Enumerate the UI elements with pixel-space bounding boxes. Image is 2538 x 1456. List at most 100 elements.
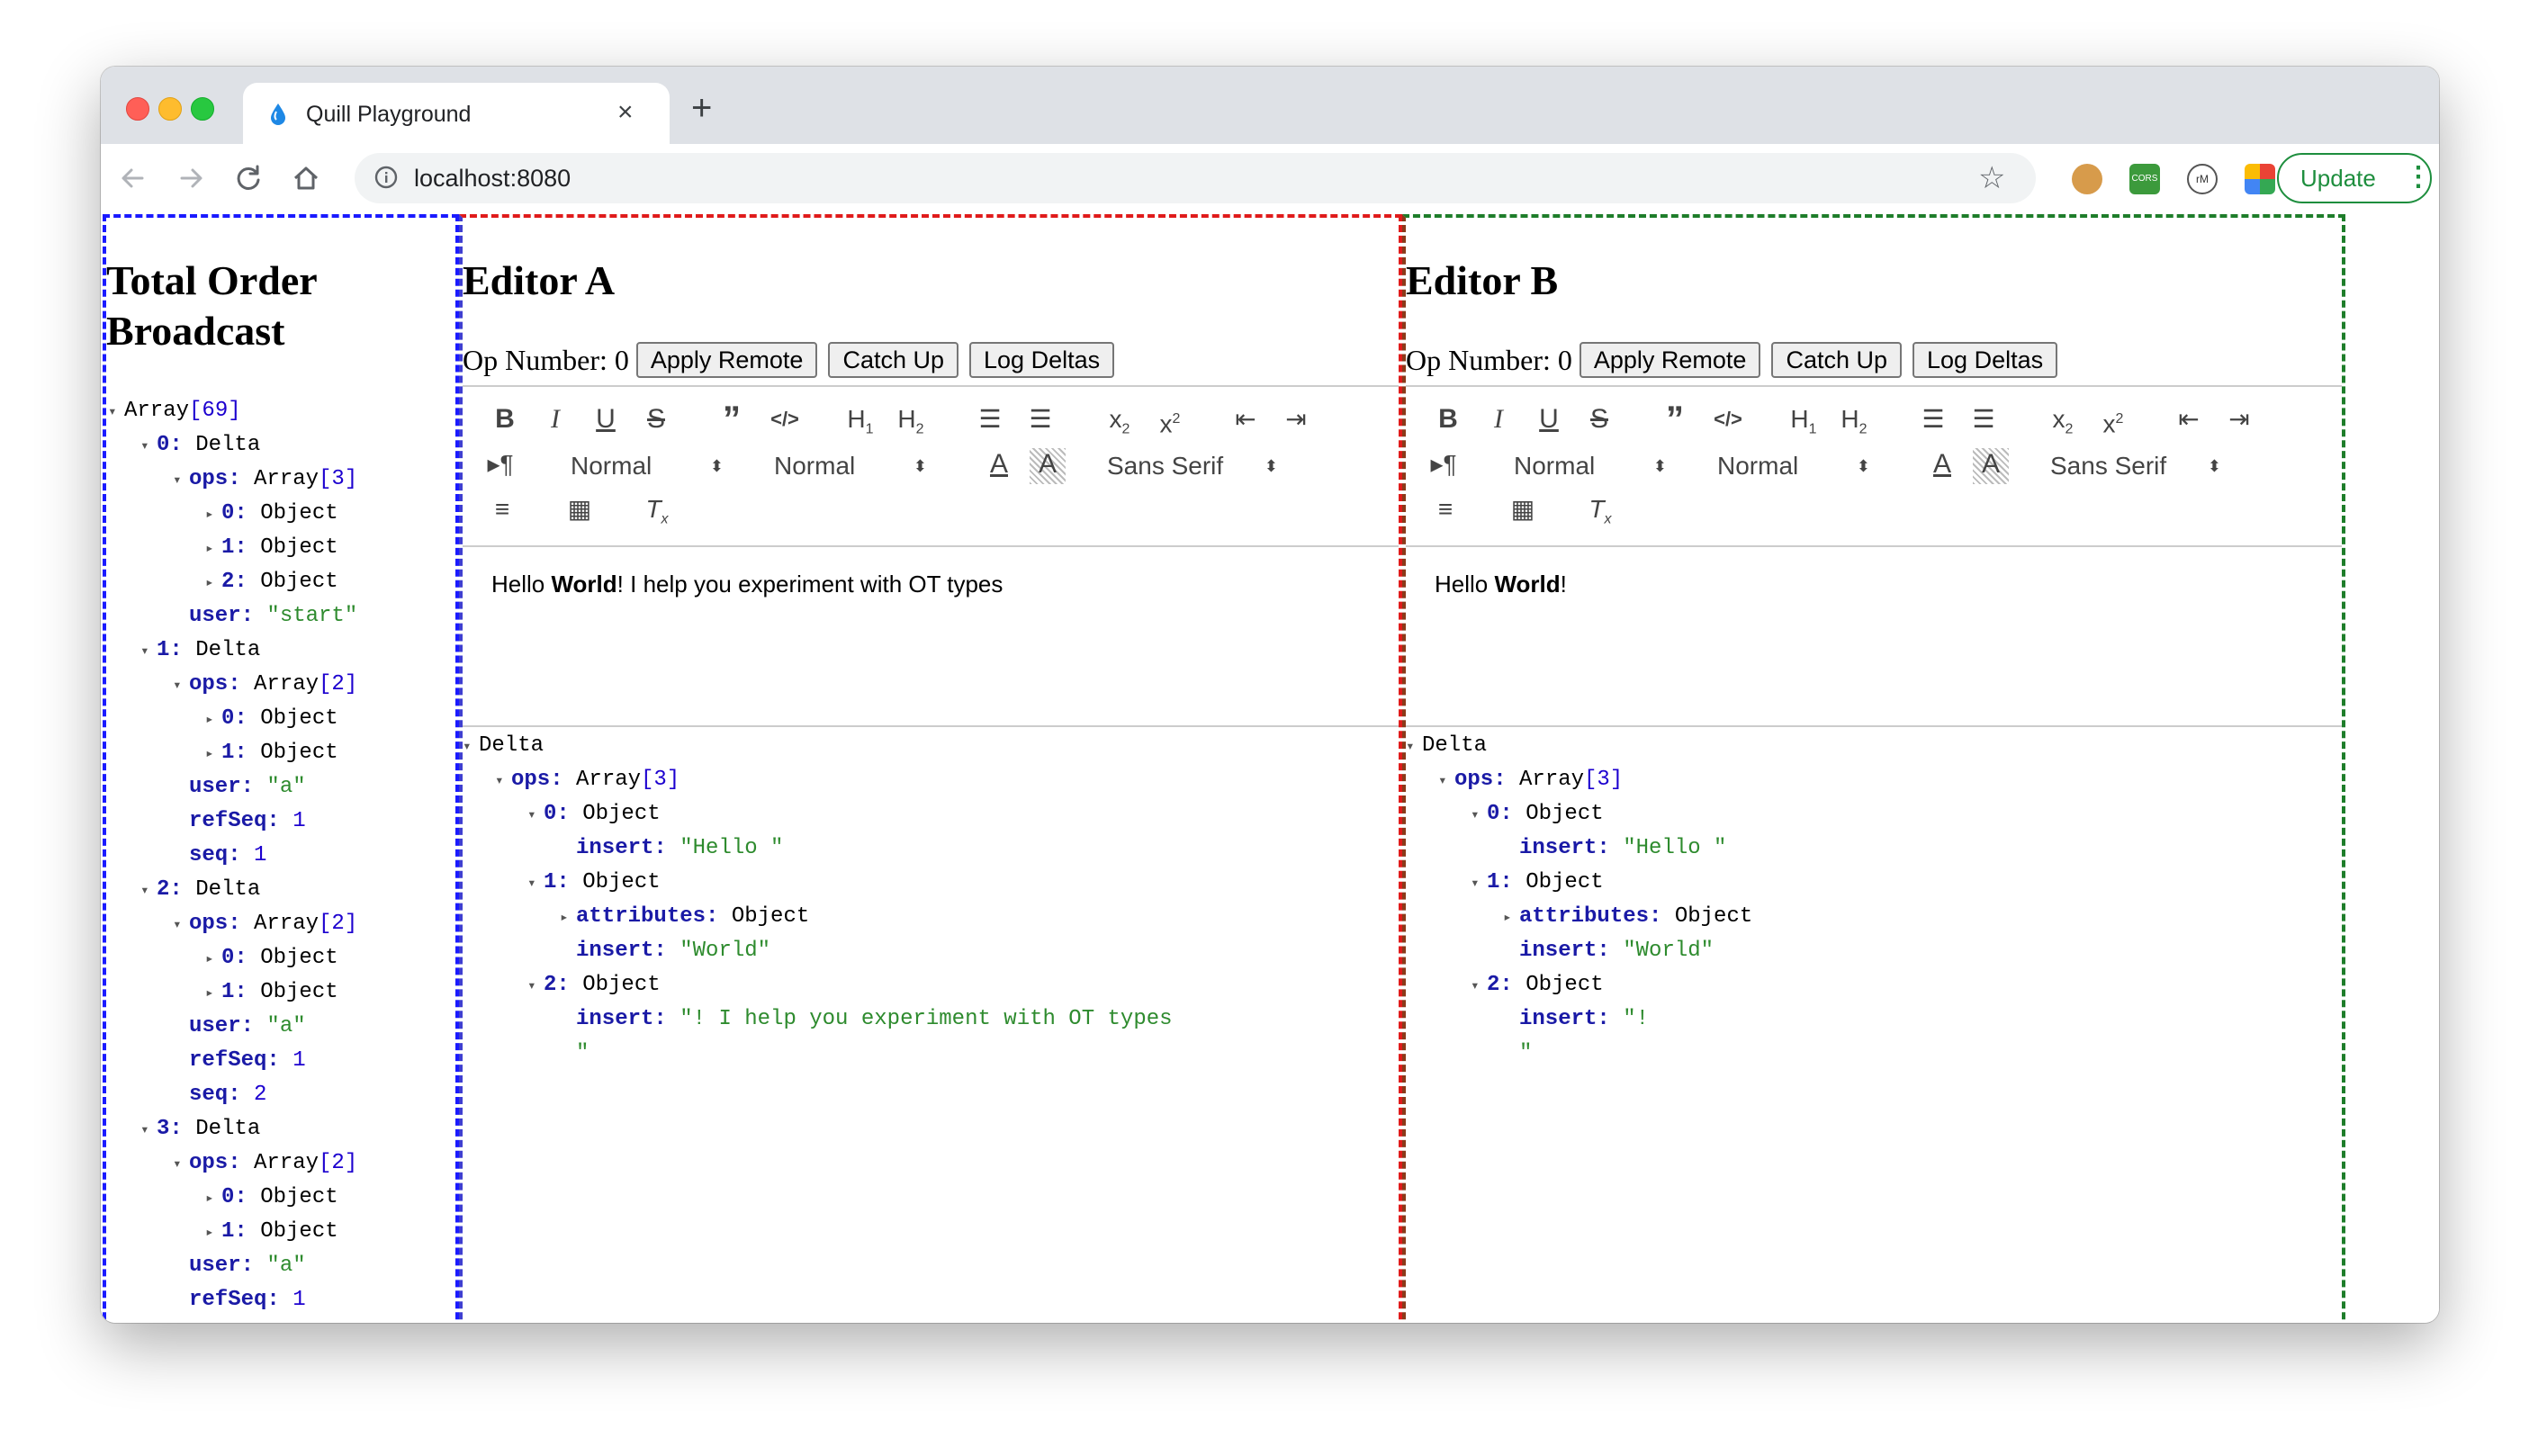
tree-row[interactable]: ▸ attributes: Object [560,900,809,935]
collapsed-caret-icon[interactable]: ▸ [205,1182,221,1216]
header-2-icon[interactable]: H2 [891,403,931,439]
table-icon[interactable]: ▦ [562,493,598,529]
indent-icon[interactable]: ⇥ [2221,403,2257,439]
tree-row[interactable]: ▾ 1: Object [527,866,661,901]
tree-row[interactable]: ▸ 0: Object [205,702,338,737]
size-picker[interactable]: Normal ⬍ [571,448,724,484]
header-1-icon[interactable]: H1 [841,403,880,439]
background-color-icon[interactable]: A [1030,448,1066,484]
collapsed-caret-icon[interactable]: ▸ [205,498,221,532]
collapsed-caret-icon[interactable]: ▸ [205,737,221,771]
background-color-icon[interactable]: A [1973,448,2009,484]
subscript-icon[interactable]: x2 [1102,403,1138,439]
header-picker[interactable]: Normal ⬍ [1717,448,1870,484]
expanded-caret-icon[interactable]: ▾ [463,730,479,764]
expanded-caret-icon[interactable]: ▾ [173,463,189,498]
underline-icon[interactable]: U [1534,403,1564,439]
outdent-icon[interactable]: ⇤ [1228,403,1264,439]
header-1-icon[interactable]: H1 [1784,403,1823,439]
font-picker[interactable]: Sans Serif ⬍ [1107,448,1278,484]
expanded-caret-icon[interactable]: ▾ [527,798,544,832]
expanded-caret-icon[interactable]: ▾ [140,874,157,908]
bookmark-star-icon[interactable]: ☆ [1978,162,2005,194]
back-icon[interactable] [113,158,153,198]
tree-row[interactable]: ▸ 1: Object [205,531,338,566]
tree-row[interactable]: ▸ 0: Object [205,497,338,532]
update-button[interactable]: Update ⋮ [2277,153,2432,203]
expanded-caret-icon[interactable]: ▾ [140,634,157,669]
ordered-list-icon[interactable]: ☰ [1915,403,1951,439]
expanded-caret-icon[interactable]: ▾ [173,1147,189,1182]
collapsed-caret-icon[interactable]: ▸ [205,532,221,566]
align-icon[interactable]: ≡ [1427,493,1463,529]
expanded-caret-icon[interactable]: ▾ [1471,969,1487,1003]
reload-icon[interactable] [229,158,268,198]
font-picker[interactable]: Sans Serif ⬍ [2050,448,2221,484]
minimize-window-button[interactable] [158,97,182,121]
close-window-button[interactable] [126,97,149,121]
expanded-caret-icon[interactable]: ▾ [1438,764,1454,798]
tree-row[interactable]: ▾ 0: Object [527,797,661,832]
bullet-list-icon[interactable]: ☰ [1966,403,2002,439]
tree-row[interactable]: ▾ ops: Array[3] [495,763,680,798]
editor-b-content[interactable]: Hello World! [1406,547,2342,727]
catch-up-button[interactable]: Catch Up [1771,342,1903,378]
clear-format-icon[interactable]: Tx [1582,493,1618,529]
collapsed-caret-icon[interactable]: ▸ [205,566,221,600]
subscript-icon[interactable]: x2 [2045,403,2081,439]
table-icon[interactable]: ▦ [1505,493,1541,529]
zoom-window-button[interactable] [191,97,214,121]
superscript-icon[interactable]: x2 [2095,403,2131,439]
tree-row[interactable]: ▾ Delta [463,729,544,764]
align-icon[interactable]: ≡ [484,493,520,529]
superscript-icon[interactable]: x2 [1152,403,1188,439]
home-icon[interactable] [286,158,326,198]
cookie-extension-icon[interactable] [2072,164,2102,194]
header-2-icon[interactable]: H2 [1834,403,1874,439]
tree-row[interactable]: ▸ 1: Object [205,975,338,1011]
expanded-caret-icon[interactable]: ▾ [140,1113,157,1147]
tree-row[interactable]: ▾ 1: Delta [140,634,260,669]
address-bar[interactable]: localhost:8080 ☆ [355,153,2036,203]
log-deltas-button[interactable]: Log Deltas [969,342,1115,378]
tree-row[interactable]: ▾ 3: Delta [140,1112,260,1147]
apply-remote-button[interactable]: Apply Remote [1579,342,1761,378]
forward-icon[interactable] [171,158,211,198]
code-block-icon[interactable]: </> [1710,403,1746,439]
tree-row[interactable]: ▸ 0: Object [205,941,338,976]
text-color-icon[interactable]: A [981,448,1017,484]
new-tab-icon[interactable]: + [691,90,712,126]
cors-extension-icon[interactable]: CORS [2129,164,2160,194]
header-picker[interactable]: Normal ⬍ [774,448,927,484]
tree-row[interactable]: ▾ 1: Object [1471,866,1604,901]
expanded-caret-icon[interactable]: ▾ [1406,730,1422,764]
code-block-icon[interactable]: </> [767,403,803,439]
tree-row[interactable]: ▸ 0: Object [205,1181,338,1216]
apply-remote-button[interactable]: Apply Remote [635,342,818,378]
blockquote-icon[interactable]: ” [1660,401,1690,439]
more-menu-icon[interactable]: ⋮ [2405,164,2432,191]
collapsed-caret-icon[interactable]: ▸ [205,942,221,976]
bullet-list-icon[interactable]: ☰ [1022,403,1058,439]
bold-icon[interactable]: B [490,403,520,439]
expanded-caret-icon[interactable]: ▾ [495,764,511,798]
tab-close-icon[interactable]: × [617,97,634,128]
text-color-icon[interactable]: A [1924,448,1960,484]
site-info-icon[interactable] [374,166,398,189]
outdent-icon[interactable]: ⇤ [2171,403,2207,439]
catch-up-button[interactable]: Catch Up [828,342,959,378]
collapsed-caret-icon[interactable]: ▸ [205,1216,221,1250]
collapsed-caret-icon[interactable]: ▸ [560,901,576,935]
ordered-list-icon[interactable]: ☰ [972,403,1008,439]
browser-tab[interactable]: Quill Playground × [243,83,670,146]
strike-icon[interactable]: S [641,403,671,439]
tree-row[interactable]: ▾ ops: Array[3] [173,463,357,498]
collapsed-caret-icon[interactable]: ▸ [205,703,221,737]
blockquote-icon[interactable]: ” [716,401,747,439]
tree-row[interactable]: ▸ attributes: Object [1503,900,1752,935]
expanded-caret-icon[interactable]: ▾ [1471,798,1487,832]
tree-row[interactable]: ▾ Array[69] [108,394,241,429]
expanded-caret-icon[interactable]: ▾ [140,429,157,463]
tree-row[interactable]: ▸ 1: Object [205,1215,338,1250]
editor-a-content[interactable]: Hello World! I help you experiment with … [463,547,1399,727]
